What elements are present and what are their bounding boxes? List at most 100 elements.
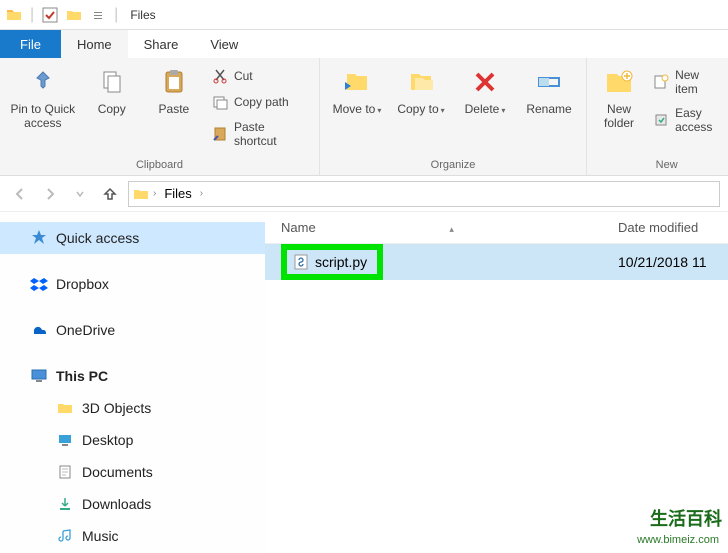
sidebar-item-documents[interactable]: Documents — [0, 456, 265, 488]
paste-shortcut-label: Paste shortcut — [234, 120, 307, 148]
move-to-button[interactable]: Move to▾ — [328, 62, 386, 120]
tab-view[interactable]: View — [194, 30, 254, 58]
tab-home[interactable]: Home — [61, 30, 128, 58]
paste-icon — [158, 66, 190, 98]
delete-icon — [469, 66, 501, 98]
rename-label: Rename — [526, 102, 571, 116]
watermark-url: www.bimeiz.com — [634, 533, 722, 547]
title-separator: | — [30, 6, 34, 24]
dropdown-icon[interactable] — [90, 7, 106, 23]
sidebar-item-quick-access[interactable]: Quick access — [0, 222, 265, 254]
sidebar-item-3d-objects[interactable]: 3D Objects — [0, 392, 265, 424]
folder-icon — [56, 399, 74, 417]
nav-back-button[interactable] — [8, 182, 32, 206]
folder-small-icon — [66, 7, 82, 23]
ribbon: Pin to Quick access Copy Paste — [0, 58, 728, 176]
delete-button[interactable]: Delete▾ — [456, 62, 514, 120]
cut-label: Cut — [234, 69, 253, 83]
nav-recent-button[interactable] — [68, 182, 92, 206]
file-row[interactable]: script.py 10/21/2018 11 — [265, 244, 728, 280]
new-folder-button[interactable]: New folder — [595, 62, 643, 135]
sort-indicator-icon: ▴ — [449, 224, 454, 234]
cut-button[interactable]: Cut — [208, 66, 311, 86]
delete-label: Delete▾ — [465, 102, 506, 116]
rename-icon — [533, 66, 565, 98]
onedrive-icon — [30, 321, 48, 339]
nav-forward-button[interactable] — [38, 182, 62, 206]
folder-icon — [6, 7, 22, 23]
column-name-header[interactable]: Name ▴ — [281, 220, 618, 235]
easy-access-icon — [653, 112, 669, 128]
paste-label: Paste — [159, 102, 190, 116]
chevron-right-icon: › — [200, 188, 203, 199]
sidebar-label: Documents — [82, 464, 153, 480]
sidebar-item-music[interactable]: Music — [0, 520, 265, 552]
ribbon-group-organize: Move to▾ Copy to▾ Delete▾ Rename — [320, 58, 587, 175]
pin-icon — [27, 66, 59, 98]
move-to-icon — [341, 66, 373, 98]
breadcrumb-item[interactable]: Files — [160, 186, 195, 201]
copy-path-icon — [212, 94, 228, 110]
title-separator: | — [114, 6, 118, 24]
sidebar-label: Desktop — [82, 432, 133, 448]
folder-icon — [133, 186, 149, 202]
clipboard-group-label: Clipboard — [8, 157, 311, 173]
music-icon — [56, 527, 74, 545]
column-date-header[interactable]: Date modified — [618, 220, 728, 235]
content-pane: Name ▴ Date modified script.py 10/21/201… — [265, 212, 728, 553]
title-bar: | | Files — [0, 0, 728, 30]
pin-label: Pin to Quick access — [10, 102, 76, 131]
column-headers: Name ▴ Date modified — [265, 212, 728, 244]
sidebar-label: Dropbox — [56, 276, 109, 292]
dropbox-icon — [30, 275, 48, 293]
new-folder-label: New folder — [597, 102, 641, 131]
sidebar-item-downloads[interactable]: Downloads — [0, 488, 265, 520]
new-item-label: New item — [675, 68, 722, 96]
tab-file[interactable]: File — [0, 30, 61, 58]
sidebar-item-onedrive[interactable]: OneDrive — [0, 314, 265, 346]
paste-shortcut-icon — [212, 126, 228, 142]
sidebar-item-this-pc[interactable]: This PC — [0, 360, 265, 392]
desktop-icon — [56, 431, 74, 449]
star-icon — [30, 229, 48, 247]
sidebar-label: 3D Objects — [82, 400, 151, 416]
new-folder-icon — [603, 66, 635, 98]
nav-up-button[interactable] — [98, 182, 122, 206]
sidebar: Quick access Dropbox OneDrive This PC 3D… — [0, 212, 265, 553]
copy-path-button[interactable]: Copy path — [208, 92, 311, 112]
paste-shortcut-button[interactable]: Paste shortcut — [208, 118, 311, 150]
save-checkbox-icon[interactable] — [42, 7, 58, 23]
organize-group-label: Organize — [328, 157, 578, 173]
new-group-label: New — [595, 157, 728, 173]
selection-highlight: script.py — [281, 244, 383, 280]
tab-strip: File Home Share View — [0, 30, 728, 58]
sidebar-item-desktop[interactable]: Desktop — [0, 424, 265, 456]
sidebar-item-dropbox[interactable]: Dropbox — [0, 268, 265, 300]
new-item-icon — [653, 74, 669, 90]
file-name-cell: script.py — [281, 244, 618, 280]
this-pc-icon — [30, 367, 48, 385]
breadcrumb[interactable]: › Files › — [128, 181, 720, 207]
easy-access-button[interactable]: Easy access ▾ — [649, 104, 728, 136]
pin-to-quick-access-button[interactable]: Pin to Quick access — [8, 62, 78, 135]
sidebar-label: This PC — [56, 368, 108, 384]
file-date-cell: 10/21/2018 11 — [618, 254, 728, 270]
sidebar-label: Music — [82, 528, 119, 544]
copy-path-label: Copy path — [234, 95, 289, 109]
new-item-button[interactable]: New item ▾ — [649, 66, 728, 98]
copy-to-button[interactable]: Copy to▾ — [392, 62, 450, 120]
main-area: Quick access Dropbox OneDrive This PC 3D… — [0, 212, 728, 553]
copy-button[interactable]: Copy — [84, 62, 140, 120]
watermark-cn: 生活百科 — [650, 505, 722, 531]
copy-label: Copy — [98, 102, 126, 116]
sidebar-label: Downloads — [82, 496, 151, 512]
window-title: Files — [130, 8, 155, 22]
paste-button[interactable]: Paste — [146, 62, 202, 120]
rename-button[interactable]: Rename — [520, 62, 578, 120]
tab-share[interactable]: Share — [128, 30, 195, 58]
move-to-label: Move to▾ — [333, 102, 382, 116]
ribbon-group-new: New folder New item ▾ Easy access ▾ — [587, 58, 728, 175]
cut-icon — [212, 68, 228, 84]
python-file-icon — [293, 254, 309, 270]
sidebar-label: Quick access — [56, 230, 139, 246]
